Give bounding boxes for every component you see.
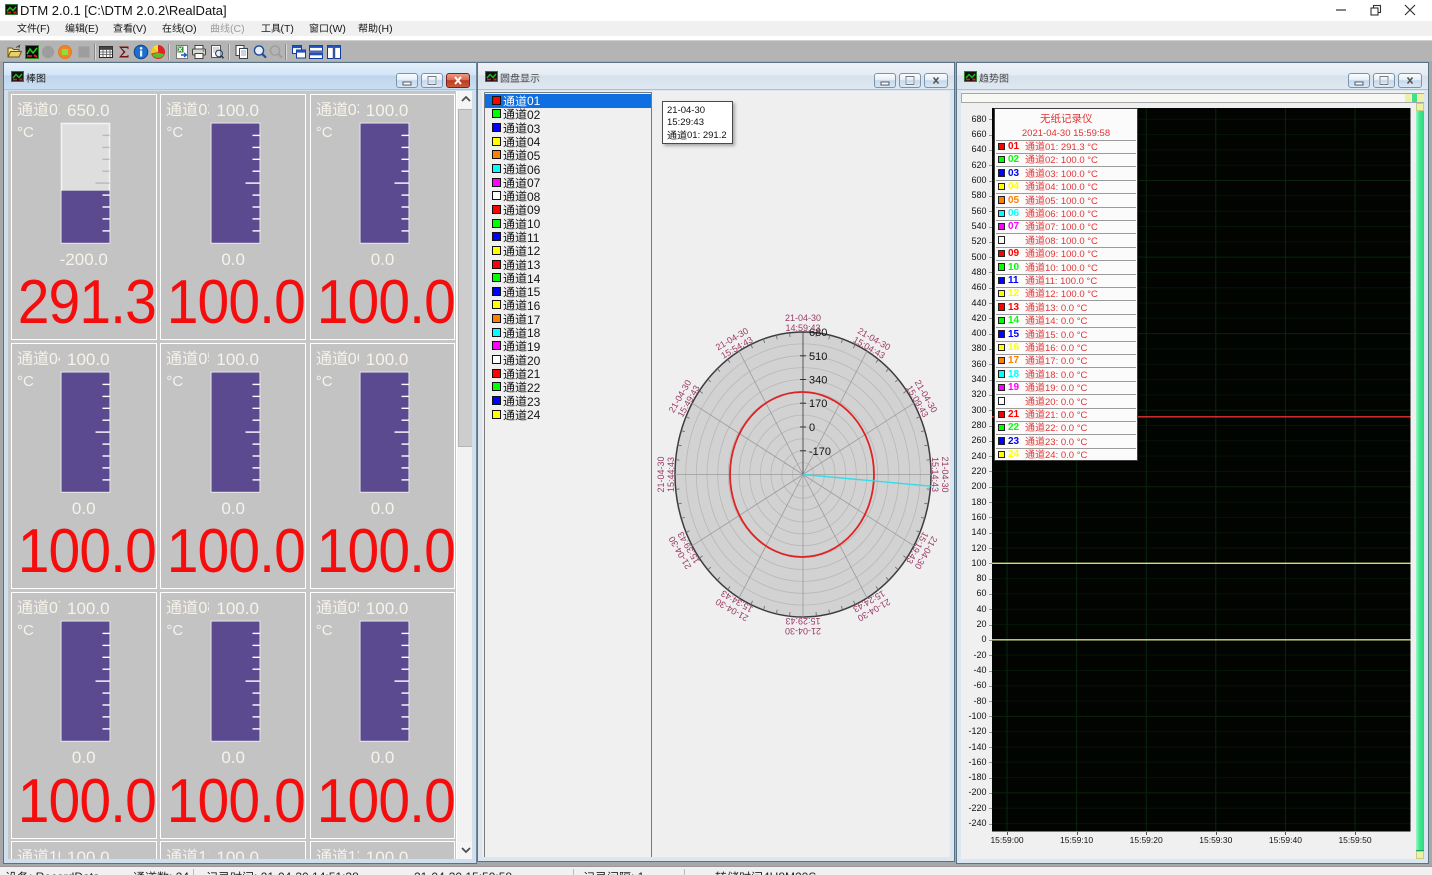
svg-text:170: 170 [809, 398, 827, 410]
svg-text:21-04-3015:14:43: 21-04-3015:14:43 [930, 456, 950, 492]
svg-text:510: 510 [809, 351, 827, 363]
svg-text:21-04-3015:44:43: 21-04-3015:44:43 [656, 456, 676, 492]
svg-text:0: 0 [809, 422, 815, 434]
svg-text:340: 340 [809, 375, 827, 387]
svg-text:21-04-3014:59:43: 21-04-3014:59:43 [785, 313, 821, 333]
svg-text:21-04-3015:29:43: 21-04-3015:29:43 [785, 616, 821, 636]
svg-text:-170: -170 [809, 446, 831, 458]
